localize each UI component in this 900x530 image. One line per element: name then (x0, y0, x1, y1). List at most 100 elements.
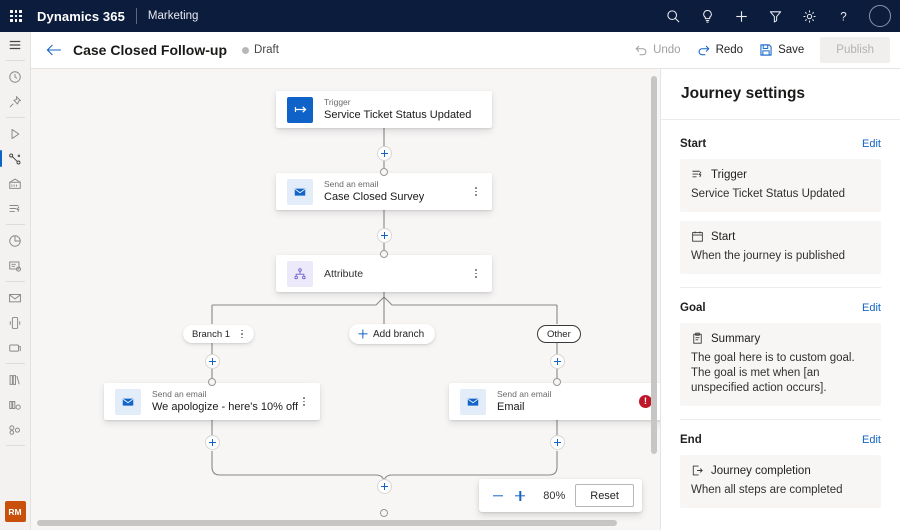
plus-icon[interactable] (724, 0, 758, 32)
card-value: The goal here is to custom goal. The goa… (691, 351, 870, 396)
canvas-horizontal-scrollbar[interactable] (37, 520, 617, 526)
app-launcher-icon[interactable] (0, 0, 32, 32)
undo-label: Undo (653, 44, 681, 56)
user-badge[interactable]: RM (5, 501, 26, 522)
add-step-button[interactable] (550, 354, 565, 369)
brand-divider (136, 8, 137, 24)
rail-divider (6, 281, 25, 282)
branch-more-options-icon[interactable] (236, 327, 248, 341)
back-arrow-icon[interactable] (39, 32, 69, 69)
section-label: Start (680, 138, 706, 150)
email-icon[interactable] (0, 285, 31, 310)
edit-goal-link[interactable]: Edit (862, 302, 881, 314)
journey-node-email-apology[interactable]: Send an email We apologize - here's 10% … (104, 383, 320, 420)
svg-text:?: ? (840, 10, 847, 23)
node-text: Send an email Case Closed Survey (324, 179, 424, 204)
menu-icon[interactable] (0, 32, 31, 57)
panel-title: Journey settings (681, 85, 805, 103)
audience-icon[interactable] (0, 417, 31, 442)
help-icon[interactable]: ? (826, 0, 860, 32)
card-header-label: Journey completion (711, 465, 811, 477)
settings-card-start[interactable]: Start When the journey is published (680, 221, 881, 274)
card-header-label: Start (711, 231, 735, 243)
avatar[interactable] (869, 5, 891, 27)
section-label: End (680, 434, 702, 446)
publish-button[interactable]: Publish (820, 37, 890, 63)
branch-label-right[interactable]: Other (537, 325, 581, 343)
connector-lines (31, 69, 660, 530)
journey-node-email-survey[interactable]: Send an email Case Closed Survey (276, 173, 492, 210)
journey-node-email-other[interactable]: Send an email Email ! (449, 383, 660, 420)
pin-icon[interactable] (0, 89, 31, 114)
command-bar: Case Closed Follow-up Draft Undo Redo Sa… (31, 32, 900, 69)
top-header: Dynamics 365 Marketing ? (0, 0, 900, 32)
node-title: Email (497, 400, 551, 414)
rail-divider (6, 60, 25, 61)
add-step-button[interactable] (377, 228, 392, 243)
node-title: Case Closed Survey (324, 190, 424, 204)
node-more-options-icon[interactable] (298, 393, 310, 411)
status-label: Draft (254, 44, 279, 56)
branch-label-text: Branch 1 (192, 329, 230, 340)
journey-node-trigger[interactable]: Trigger Service Ticket Status Updated (276, 91, 492, 128)
add-step-button[interactable] (205, 435, 220, 450)
library-icon[interactable] (0, 367, 31, 392)
recent-icon[interactable] (0, 64, 31, 89)
plus-icon (357, 329, 368, 340)
node-more-options-icon[interactable] (470, 183, 482, 201)
add-branch-button[interactable]: Add branch (349, 324, 435, 344)
command-bar-actions: Undo Redo Save Publish (626, 37, 900, 64)
undo-button[interactable]: Undo (626, 37, 689, 64)
zoom-in-button[interactable] (509, 485, 531, 507)
branch-label-left[interactable]: Branch 1 (183, 325, 254, 343)
zoom-out-button[interactable] (487, 485, 509, 507)
card-header: Trigger (691, 168, 870, 181)
calendar-icon (691, 230, 704, 243)
zoom-toolbar: 80% Reset (479, 479, 642, 512)
edit-start-link[interactable]: Edit (862, 138, 881, 150)
save-button[interactable]: Save (751, 37, 812, 64)
email-icon (287, 179, 313, 205)
node-kicker: Send an email (152, 389, 298, 400)
filter-icon[interactable] (758, 0, 792, 32)
node-more-options-icon[interactable] (470, 265, 482, 283)
panel-header: Journey settings (661, 69, 900, 120)
clipboard-icon (691, 332, 704, 345)
triggers-icon[interactable] (0, 196, 31, 221)
forms-icon[interactable] (0, 253, 31, 278)
text-message-icon[interactable] (0, 310, 31, 335)
redo-button[interactable]: Redo (689, 37, 752, 64)
settings-card-goal-summary[interactable]: Summary The goal here is to custom goal.… (680, 323, 881, 406)
lightbulb-icon[interactable] (690, 0, 724, 32)
canvas-vertical-scrollbar[interactable] (651, 76, 657, 454)
app-name[interactable]: Marketing (148, 10, 199, 22)
play-icon[interactable] (0, 121, 31, 146)
connector-endpoint (380, 509, 388, 517)
journey-canvas[interactable]: Trigger Service Ticket Status Updated Se… (31, 69, 660, 530)
branch-label-text: Other (547, 329, 571, 340)
connector-endpoint (380, 250, 388, 258)
push-notification-icon[interactable] (0, 335, 31, 360)
reset-zoom-button[interactable]: Reset (575, 484, 634, 507)
analytics-icon[interactable] (0, 228, 31, 253)
add-step-button[interactable] (550, 435, 565, 450)
assets-icon[interactable] (0, 392, 31, 417)
gear-icon[interactable] (792, 0, 826, 32)
journeys-icon[interactable] (0, 146, 31, 171)
add-step-button[interactable] (377, 479, 392, 494)
section-divider (680, 419, 881, 420)
status-badge: Draft (242, 44, 279, 56)
add-step-button[interactable] (377, 146, 392, 161)
waffle-grid (10, 10, 22, 22)
node-text: Attribute (324, 267, 363, 281)
add-step-button[interactable] (205, 354, 220, 369)
brand-name[interactable]: Dynamics 365 (37, 9, 125, 24)
segments-icon[interactable] (0, 171, 31, 196)
node-title: We apologize - here's 10% off (152, 400, 298, 414)
edit-end-link[interactable]: Edit (862, 434, 881, 446)
node-kicker: Send an email (497, 389, 551, 400)
search-icon[interactable] (656, 0, 690, 32)
settings-card-trigger[interactable]: Trigger Service Ticket Status Updated (680, 159, 881, 212)
settings-card-end[interactable]: Journey completion When all steps are co… (680, 455, 881, 508)
journey-node-attribute[interactable]: Attribute (276, 255, 492, 292)
